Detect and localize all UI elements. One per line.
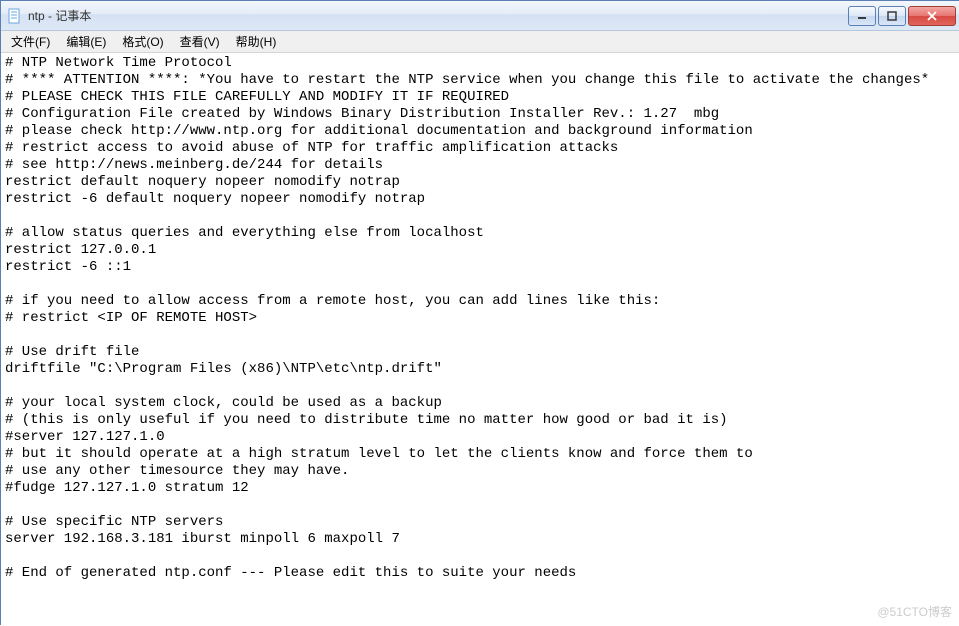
window-controls — [846, 6, 956, 26]
close-button[interactable] — [908, 6, 956, 26]
window-title: ntp - 记事本 — [28, 7, 91, 24]
menu-edit[interactable]: 编辑(E) — [58, 31, 114, 52]
editor-area[interactable]: # NTP Network Time Protocol # **** ATTEN… — [1, 53, 959, 626]
minimize-button[interactable] — [848, 6, 876, 26]
maximize-button[interactable] — [878, 6, 906, 26]
notepad-icon — [7, 8, 23, 24]
editor-text[interactable]: # NTP Network Time Protocol # **** ATTEN… — [5, 55, 956, 582]
menu-help[interactable]: 帮助(H) — [228, 31, 285, 52]
menu-view[interactable]: 查看(V) — [172, 31, 228, 52]
menu-format[interactable]: 格式(O) — [114, 31, 171, 52]
window-titlebar[interactable]: ntp - 记事本 — [1, 1, 959, 31]
menu-file[interactable]: 文件(F) — [3, 31, 58, 52]
menu-bar: 文件(F) 编辑(E) 格式(O) 查看(V) 帮助(H) — [1, 31, 959, 53]
